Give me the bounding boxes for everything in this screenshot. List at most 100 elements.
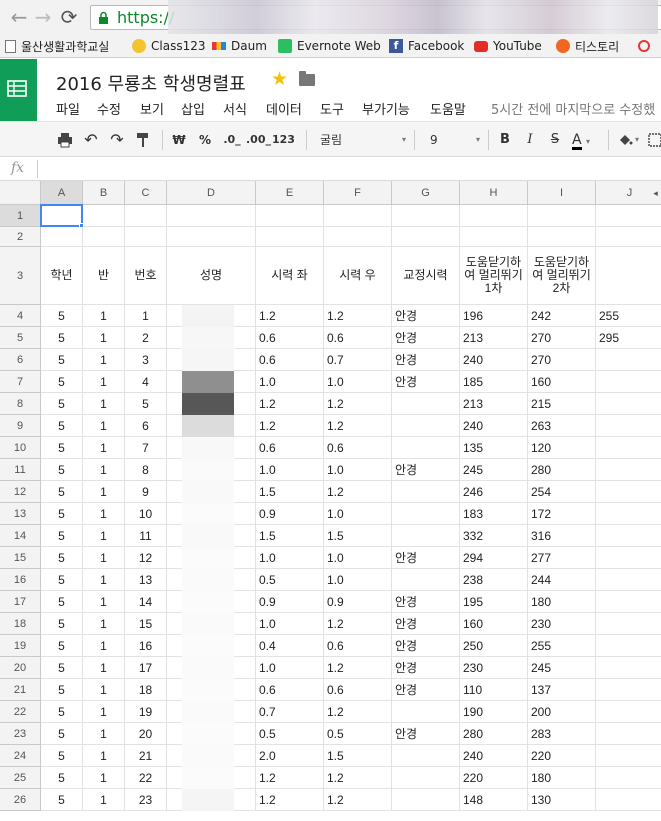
header-cell[interactable]: 학년	[41, 247, 83, 305]
table-cell[interactable]: 1.0	[256, 547, 324, 569]
column-header[interactable]: C	[125, 181, 167, 205]
table-cell[interactable]	[392, 205, 460, 227]
column-header[interactable]: I	[528, 181, 596, 205]
table-cell[interactable]: 23	[125, 789, 167, 811]
star-icon[interactable]: ★	[271, 68, 288, 90]
table-cell[interactable]: 1	[83, 437, 125, 459]
table-cell[interactable]: 240	[460, 349, 528, 371]
column-header[interactable]: H	[460, 181, 528, 205]
table-cell[interactable]	[596, 701, 661, 723]
table-cell[interactable]: 0.5	[256, 569, 324, 591]
row-header[interactable]: 13	[0, 503, 41, 525]
table-cell[interactable]	[392, 481, 460, 503]
table-cell[interactable]: 0.5	[256, 723, 324, 745]
table-cell[interactable]: 5	[41, 569, 83, 591]
table-cell[interactable]: 5	[41, 459, 83, 481]
table-cell[interactable]: 1.2	[256, 305, 324, 327]
table-cell[interactable]: 5	[125, 393, 167, 415]
table-cell[interactable]	[596, 205, 661, 227]
table-cell[interactable]: 5	[41, 591, 83, 613]
row-header[interactable]: 5	[0, 327, 41, 349]
table-cell[interactable]: 1	[83, 789, 125, 811]
row-header[interactable]: 11	[0, 459, 41, 481]
table-cell[interactable]: 0.7	[324, 349, 392, 371]
table-cell[interactable]: 안경	[392, 591, 460, 613]
bookmark-item[interactable]: YouTube	[474, 37, 542, 55]
table-cell[interactable]: 17	[125, 657, 167, 679]
column-header[interactable]: F	[324, 181, 392, 205]
table-cell[interactable]: 283	[528, 723, 596, 745]
table-cell[interactable]: 1	[83, 679, 125, 701]
column-header[interactable]: G	[392, 181, 460, 205]
table-cell[interactable]	[596, 591, 661, 613]
table-cell[interactable]: 안경	[392, 371, 460, 393]
row-header[interactable]: 9	[0, 415, 41, 437]
table-cell[interactable]: 1	[83, 415, 125, 437]
table-cell[interactable]: 20	[125, 723, 167, 745]
column-header[interactable]: A	[41, 181, 83, 205]
row-header[interactable]: 26	[0, 789, 41, 811]
forward-icon[interactable]: →	[32, 6, 54, 28]
table-cell[interactable]	[392, 415, 460, 437]
column-header[interactable]: B	[83, 181, 125, 205]
table-cell[interactable]: 19	[125, 701, 167, 723]
formula-input[interactable]	[42, 160, 657, 178]
table-cell[interactable]: 294	[460, 547, 528, 569]
table-cell[interactable]: 1	[83, 327, 125, 349]
row-header[interactable]: 16	[0, 569, 41, 591]
table-cell[interactable]: 160	[460, 613, 528, 635]
font-size-dropdown[interactable]: 9 ▾	[430, 130, 480, 150]
table-cell[interactable]: 245	[528, 657, 596, 679]
row-header[interactable]: 15	[0, 547, 41, 569]
fill-handle[interactable]	[79, 223, 84, 228]
table-cell[interactable]: 5	[41, 745, 83, 767]
table-cell[interactable]: 1.0	[324, 569, 392, 591]
table-cell[interactable]: 10	[125, 503, 167, 525]
row-header[interactable]: 18	[0, 613, 41, 635]
table-cell[interactable]	[596, 371, 661, 393]
folder-icon[interactable]	[299, 71, 315, 86]
table-cell[interactable]: 1.0	[324, 371, 392, 393]
table-cell[interactable]: 5	[41, 767, 83, 789]
header-cell[interactable]: 도움닫기하여 멀리뛰기 2차	[528, 247, 596, 305]
table-cell[interactable]: 277	[528, 547, 596, 569]
table-cell[interactable]: 190	[460, 701, 528, 723]
table-cell[interactable]: 0.6	[256, 437, 324, 459]
bookmark-item[interactable]: Evernote Web	[278, 37, 381, 55]
table-cell[interactable]: 0.6	[256, 327, 324, 349]
table-cell[interactable]: 1	[83, 305, 125, 327]
table-cell[interactable]: 1	[83, 547, 125, 569]
table-cell[interactable]: 135	[460, 437, 528, 459]
strikethrough-button[interactable]: S	[547, 130, 563, 150]
table-cell[interactable]: 5	[41, 503, 83, 525]
table-cell[interactable]: 0.5	[324, 723, 392, 745]
table-cell[interactable]	[596, 723, 661, 745]
table-cell[interactable]: 1	[83, 371, 125, 393]
table-cell[interactable]: 1	[83, 635, 125, 657]
table-cell[interactable]	[324, 205, 392, 227]
paint-format-icon[interactable]	[134, 130, 152, 150]
table-cell[interactable]: 148	[460, 789, 528, 811]
table-cell[interactable]: 1	[83, 591, 125, 613]
table-cell[interactable]: 110	[460, 679, 528, 701]
table-cell[interactable]: 1.5	[324, 525, 392, 547]
table-cell[interactable]: 0.6	[256, 349, 324, 371]
table-cell[interactable]	[596, 415, 661, 437]
table-cell[interactable]: 196	[460, 305, 528, 327]
table-cell[interactable]: 242	[528, 305, 596, 327]
menu-data[interactable]: 데이터	[266, 99, 302, 118]
row-header[interactable]: 21	[0, 679, 41, 701]
table-cell[interactable]: 5	[41, 657, 83, 679]
table-cell[interactable]: 230	[460, 657, 528, 679]
table-cell[interactable]: 213	[460, 393, 528, 415]
table-cell[interactable]: 안경	[392, 305, 460, 327]
table-cell[interactable]: 1.2	[324, 393, 392, 415]
table-cell[interactable]: 15	[125, 613, 167, 635]
table-cell[interactable]: 1.2	[256, 789, 324, 811]
table-cell[interactable]: 1.2	[256, 767, 324, 789]
row-header[interactable]: 23	[0, 723, 41, 745]
header-cell[interactable]: 반	[83, 247, 125, 305]
table-cell[interactable]	[596, 767, 661, 789]
table-cell[interactable]: 14	[125, 591, 167, 613]
table-cell[interactable]: 332	[460, 525, 528, 547]
